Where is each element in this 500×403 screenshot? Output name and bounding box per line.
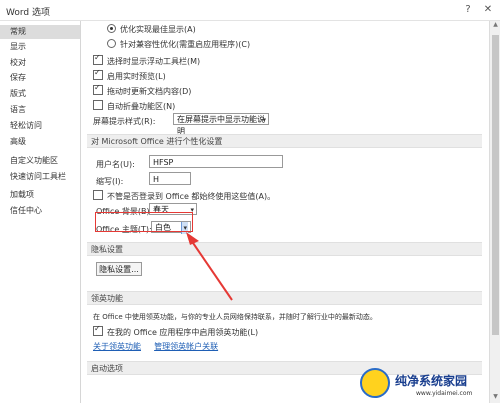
- annotation-arrow-icon: [186, 232, 233, 301]
- watermark-logo-icon: [360, 368, 390, 398]
- watermark-url: www.yidaimei.com: [416, 390, 473, 397]
- watermark-title: 纯净系统家园: [395, 374, 468, 388]
